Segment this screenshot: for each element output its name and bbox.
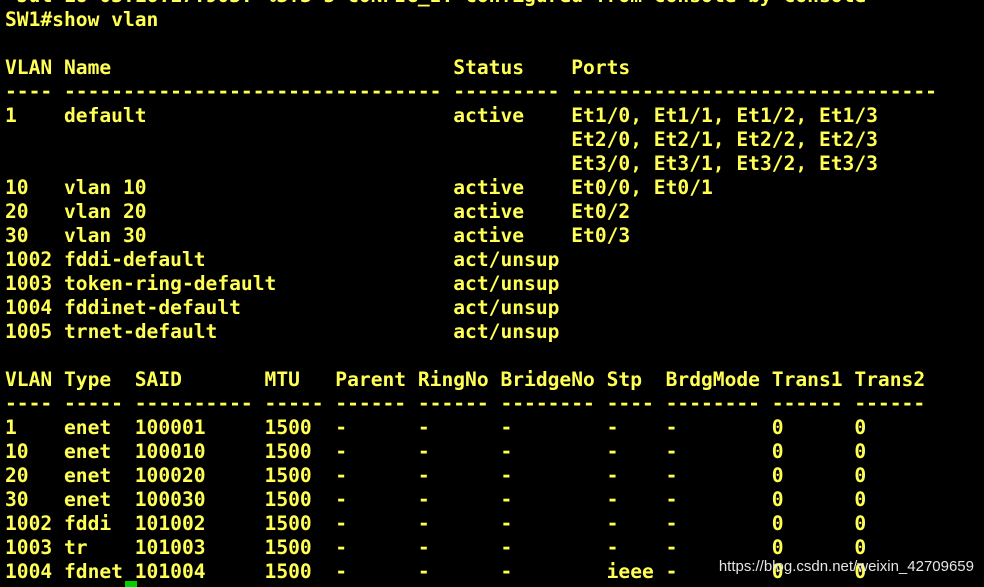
type-table-header: VLAN Type SAID MTU Parent RingNo BridgeN…: [5, 368, 926, 391]
vlan-table-row: Et2/0, Et2/1, Et2/2, Et2/3: [5, 128, 878, 151]
terminal-cursor: [125, 581, 137, 587]
vlan-table-row: 1 default active Et1/0, Et1/1, Et1/2, Et…: [5, 104, 878, 127]
vlan-table-row: 30 vlan 30 active Et0/3: [5, 224, 631, 247]
type-table-row: 20 enet 100020 1500 - - - - - 0 0: [5, 464, 867, 487]
type-table-separator: ---- ----- ---------- ----- ------ -----…: [5, 392, 926, 415]
vlan-table-row: 1002 fddi-default act/unsup: [5, 248, 560, 271]
terminal-line: *Jul 18 03:16:17.903: %SYS-5-CONFIG_I: C…: [5, 0, 937, 8]
vlan-table-row: 1004 fddinet-default act/unsup: [5, 296, 560, 319]
vlan-table-separator: ---- -------------------------------- --…: [5, 80, 937, 103]
terminal-output: *Jul 18 03:16:17.903: %SYS-5-CONFIG_I: C…: [5, 0, 937, 584]
prompt-command-line: SW1#show vlan: [5, 8, 159, 31]
type-table-row: 1003 tr 101003 1500 - - - - - 0 0: [5, 536, 867, 559]
type-table-row: 1 enet 100001 1500 - - - - - 0 0: [5, 416, 867, 439]
vlan-table-header: VLAN Name Status Ports: [5, 56, 631, 79]
terminal-window[interactable]: *Jul 18 03:16:17.903: %SYS-5-CONFIG_I: C…: [0, 0, 984, 587]
vlan-table-row: 1003 token-ring-default act/unsup: [5, 272, 560, 295]
vlan-table-row: 20 vlan 20 active Et0/2: [5, 200, 631, 223]
type-table-row: 10 enet 100010 1500 - - - - - 0 0: [5, 440, 867, 463]
vlan-table-row: 10 vlan 10 active Et0/0, Et0/1: [5, 176, 713, 199]
vlan-table-row: 1005 trnet-default act/unsup: [5, 320, 560, 343]
type-table-row: 1002 fddi 101002 1500 - - - - - 0 0: [5, 512, 867, 535]
type-table-row: 30 enet 100030 1500 - - - - - 0 0: [5, 488, 867, 511]
vlan-table-row: Et3/0, Et3/1, Et3/2, Et3/3: [5, 152, 878, 175]
watermark-text: https://blog.csdn.net/weixin_42709659: [718, 558, 974, 575]
